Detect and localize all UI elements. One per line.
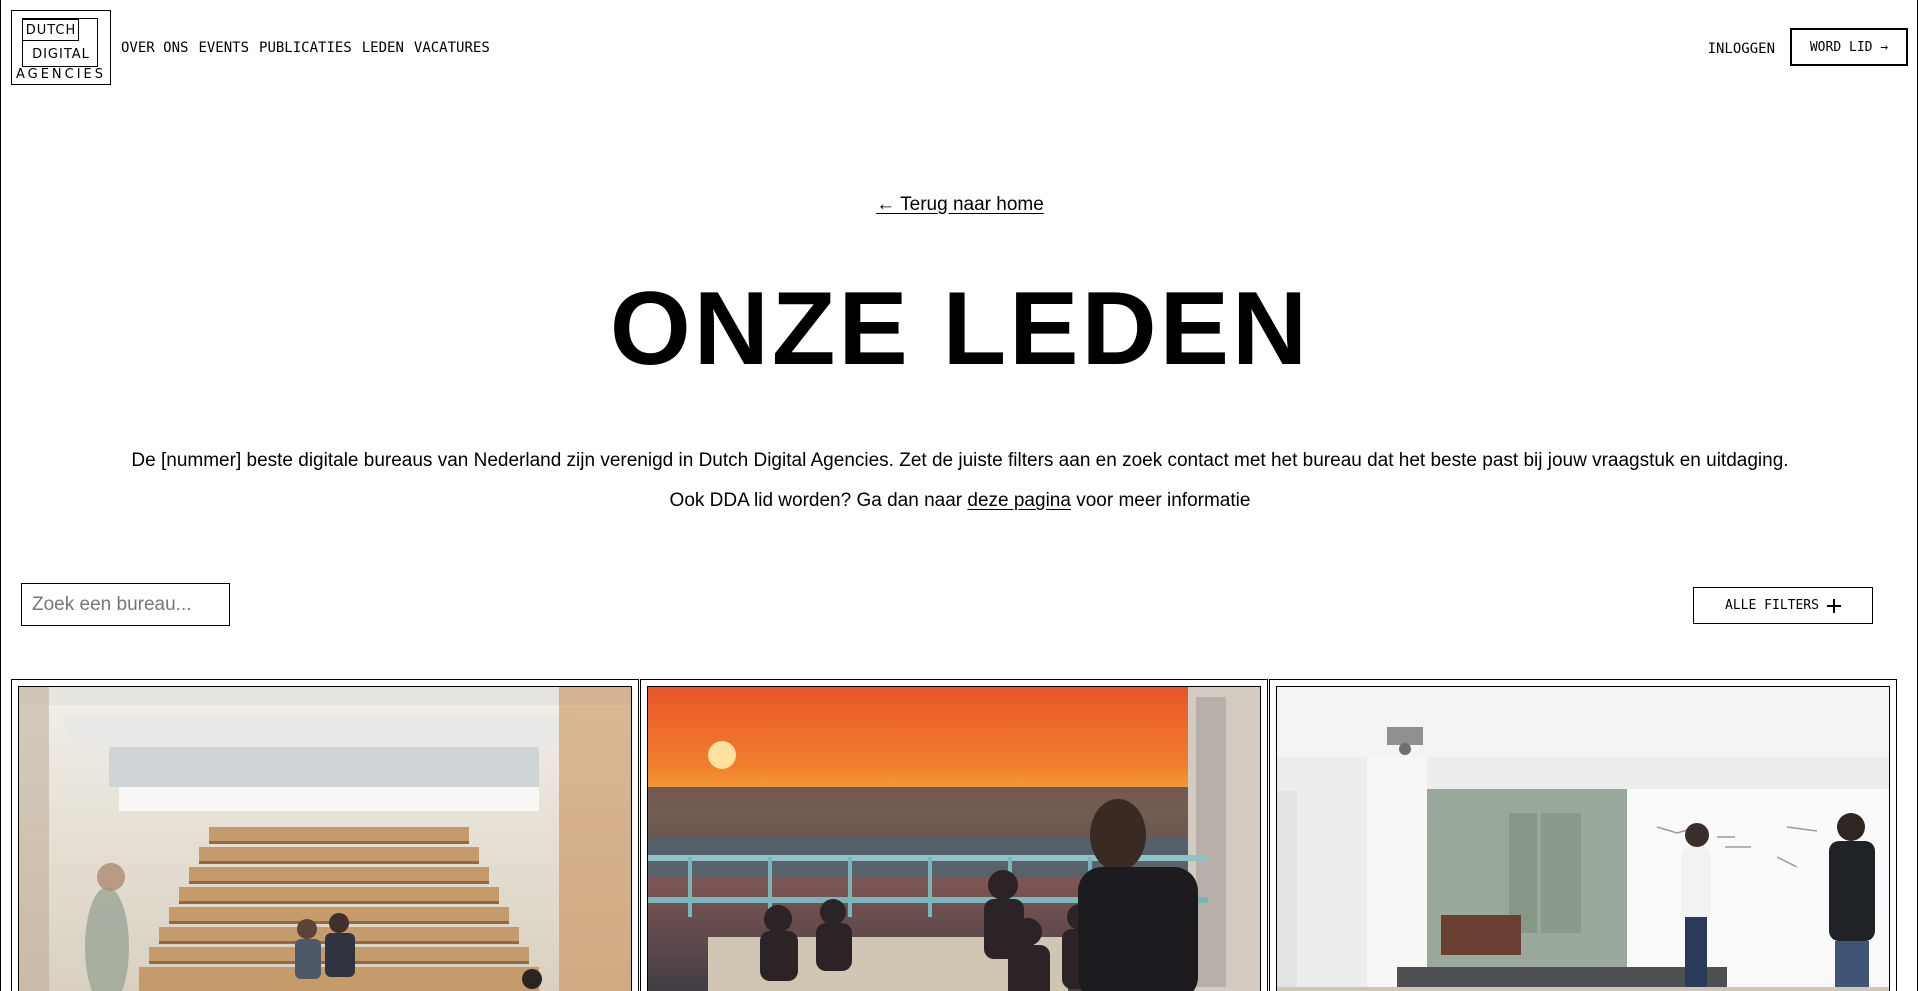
all-filters-button[interactable]: ALLE FILTERS [1693, 587, 1873, 624]
intro-text: De [nummer] beste digitale bureaus van N… [131, 450, 1789, 471]
rooftop-sunset-photo [647, 686, 1261, 991]
all-filters-label: ALLE FILTERS [1725, 598, 1819, 613]
rooftop-sunset-illustration [648, 687, 1260, 991]
membership-info: Ook DDA lid worden? Ga dan naar deze pag… [0, 489, 1920, 513]
join-button[interactable]: WORD LID → [1790, 28, 1908, 66]
office-staircase-illustration [19, 687, 631, 991]
page-title: ONZE LEDEN [609, 271, 1311, 387]
login-link[interactable]: INLOGGEN [1708, 40, 1775, 58]
back-home-link-wrap: ← Terug naar home [0, 193, 1920, 217]
nav-item-leden[interactable]: LEDEN [362, 39, 404, 57]
dda-logo[interactable]: DUTCH DIGITAL AGENCIES [11, 10, 111, 85]
meeting-room-whiteboard-photo [1276, 686, 1890, 991]
nav-item-events[interactable]: EVENTS [198, 39, 249, 57]
nav-item-vacatures[interactable]: VACATURES [414, 39, 490, 57]
member-card[interactable] [640, 679, 1268, 991]
member-card[interactable] [1269, 679, 1897, 991]
membership-info-prefix: Ook DDA lid worden? Ga dan naar [669, 490, 968, 511]
membership-info-suffix: voor meer informatie [1070, 490, 1251, 511]
nav-item-publicaties[interactable]: PUBLICATIES [259, 39, 352, 57]
back-home-link[interactable]: ← Terug naar home [876, 194, 1044, 215]
member-card[interactable] [11, 679, 639, 991]
logo-line-2: DIGITAL [32, 47, 90, 62]
search-input[interactable] [21, 583, 230, 626]
plus-icon [1826, 598, 1841, 613]
logo-line-3: AGENCIES [15, 67, 107, 82]
nav-item-over-ons[interactable]: OVER ONS [121, 39, 188, 57]
logo-line-1: DUTCH [25, 23, 77, 38]
meeting-room-illustration [1277, 687, 1889, 991]
office-staircase-photo [18, 686, 632, 991]
main-nav: OVER ONS EVENTS PUBLICATIES LEDEN VACATU… [121, 39, 490, 57]
membership-page-link[interactable]: deze pagina [967, 490, 1071, 511]
